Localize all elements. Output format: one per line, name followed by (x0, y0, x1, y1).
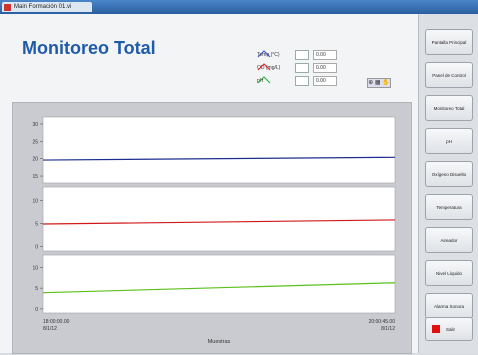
y-tick-label: 30 (32, 122, 38, 128)
legend-row-od: OD (mg/L) 0.00 (257, 62, 337, 74)
y-tick-label: 20 (32, 157, 38, 163)
graph-palette-tools[interactable]: ⊕ ▦ ✋ (367, 78, 391, 88)
plot-area-temp (42, 116, 396, 184)
x-tick-label: 18:00:00.00 (43, 319, 70, 325)
y-tick-label: 0 (35, 244, 38, 250)
x-axis-label: Muestras (208, 339, 231, 345)
window-tab-title: Main Formación 01.vi (14, 4, 72, 10)
main-panel: Monitoreo Total Temp (°C) 0.00 OD (mg/L)… (0, 14, 418, 354)
x-tick-label: 8/1/12 (381, 326, 395, 332)
x-tick-label: 20:00:45.00 (369, 319, 396, 325)
y-tick-label: 15 (32, 174, 38, 180)
plot-area-od (42, 186, 396, 252)
legend-swatch-od[interactable] (257, 63, 309, 73)
sidebar: Pantalla Principal Panel de Control Moni… (418, 14, 478, 353)
x-tick-label: 8/1/12 (43, 326, 57, 332)
legend-row-ph: pH 0.00 (257, 75, 337, 87)
oxigeno-disuelto-button[interactable]: Oxígeno Disuelto (425, 161, 473, 187)
stop-icon (432, 325, 440, 333)
legend-value-od: 0.00 (313, 63, 337, 73)
window-titlebar: Main Formación 01.vi (0, 0, 478, 14)
y-tick-label: 10 (32, 265, 38, 271)
legend-swatch-ph[interactable] (257, 76, 309, 86)
stacked-chart: 302520151050105018:00:00.008/1/1220:00:4… (32, 116, 396, 345)
chart-frame: 30 25 20 15 10 5 0 10 5 0 18:00:00.00 8/1/12 20:00:4… (12, 102, 412, 354)
legend-value-temp: 0.00 (313, 50, 337, 60)
legend-value-ph: 0.00 (313, 76, 337, 86)
y-tick-label: 5 (35, 286, 38, 292)
nivel-liquido-button[interactable]: Nivel Líquido (425, 260, 473, 286)
y-tick-label: 25 (32, 139, 38, 145)
panel-de-control-button[interactable]: Panel de Control (425, 62, 473, 88)
y-tick-label: 5 (35, 222, 38, 228)
monitoreo-total-button[interactable]: Monitoreo Total (425, 95, 473, 121)
pantalla-principal-button[interactable]: Pantalla Principal (425, 29, 473, 55)
alarma-sonora-button[interactable]: Alarma Sonora (425, 293, 473, 319)
legend-swatch-temp[interactable] (257, 50, 309, 60)
temperatura-button[interactable]: Temperatura (425, 194, 473, 220)
legend-row-temp: Temp (°C) 0.00 (257, 49, 337, 61)
y-tick-label: 10 (32, 199, 38, 205)
aireador-button[interactable]: Aireador (425, 227, 473, 253)
window-tab[interactable]: Main Formación 01.vi (2, 2, 92, 12)
y-tick-label: 0 (35, 307, 38, 313)
salir-label: Salir (446, 326, 456, 332)
app-icon (4, 3, 11, 11)
page-title: Monitoreo Total (22, 38, 156, 58)
salir-button[interactable]: Salir (425, 317, 473, 341)
ph-button[interactable]: pH (425, 128, 473, 154)
